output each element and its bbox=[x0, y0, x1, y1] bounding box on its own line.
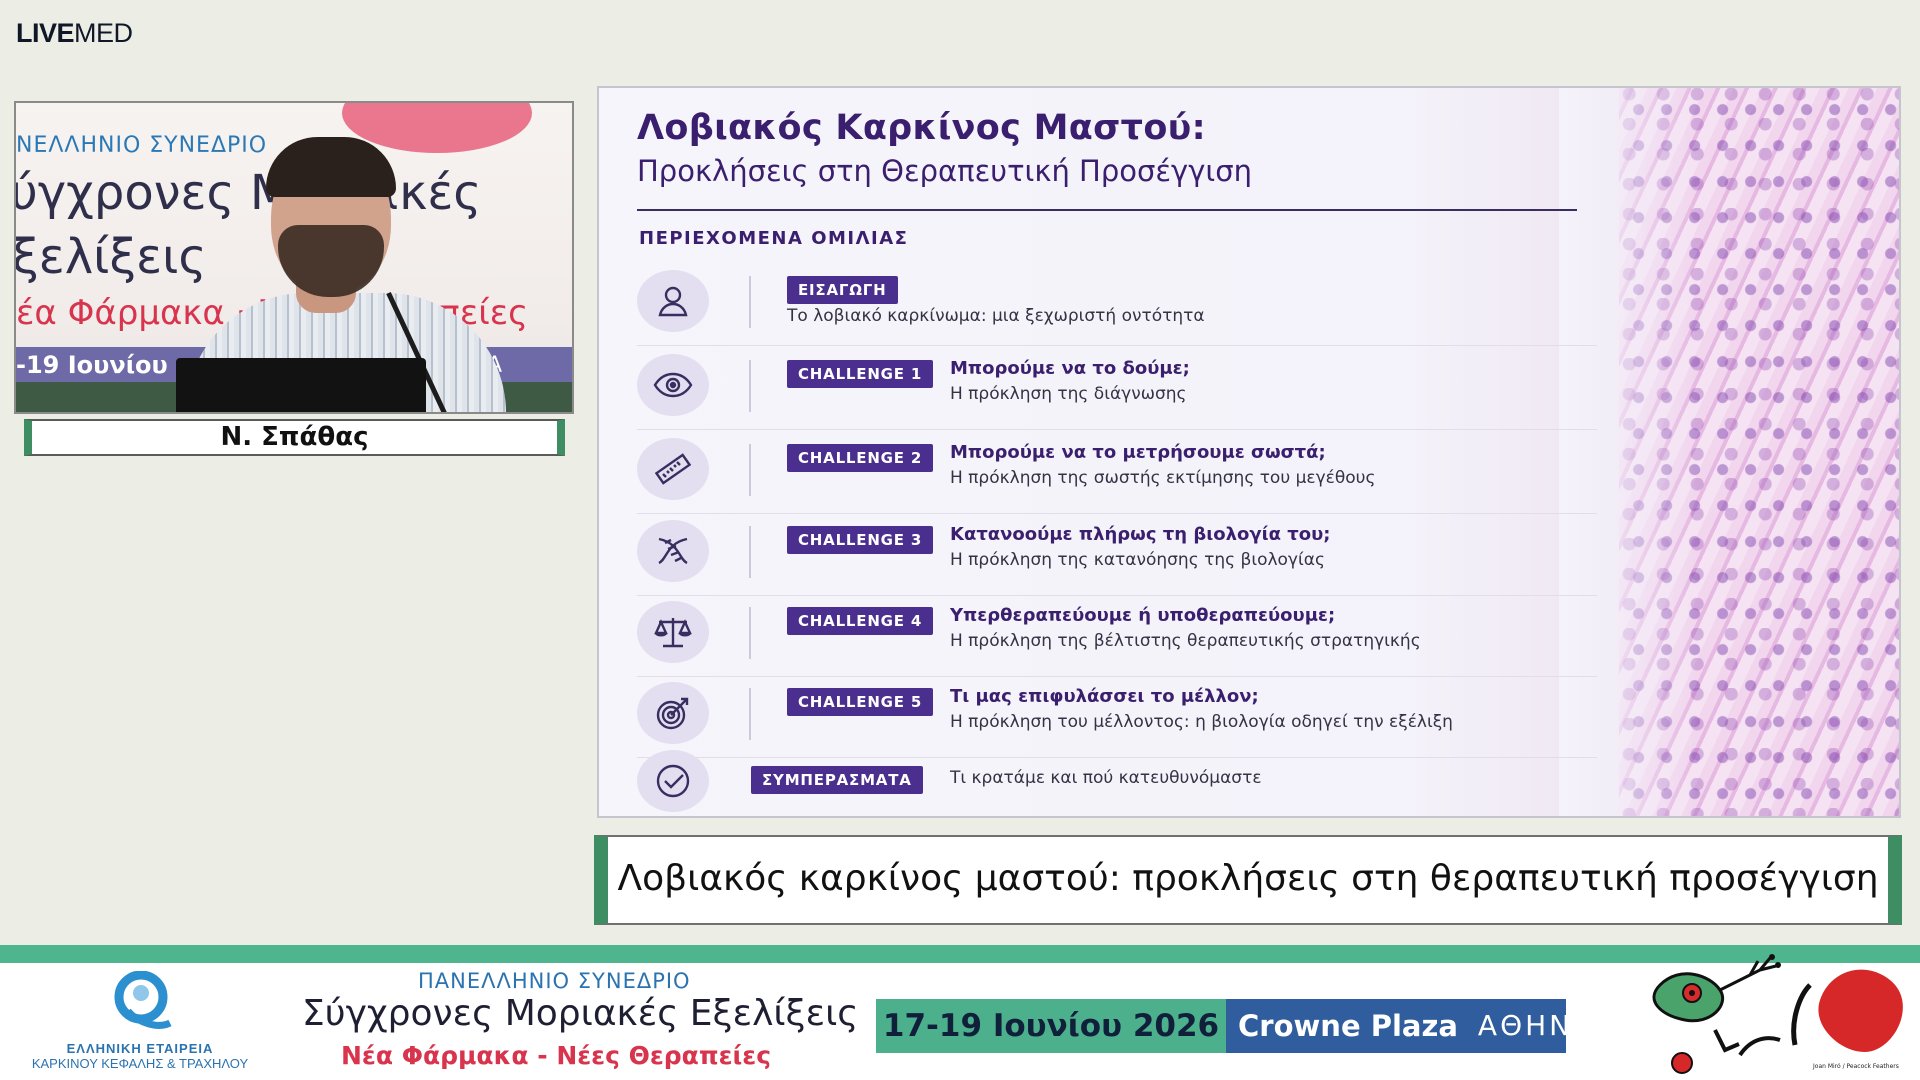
toc-item-challenge-1: CHALLENGE 1 Μπορούμε να το δούμε; Η πρόκ… bbox=[637, 350, 1597, 430]
row-divider bbox=[637, 429, 1597, 430]
section-detail: Η πρόκληση της κατανόησης της βιολογίας bbox=[950, 550, 1325, 570]
section-detail: Η πρόκληση της σωστής εκτίμησης του μεγέ… bbox=[950, 468, 1376, 488]
ruler-icon bbox=[637, 438, 709, 500]
toc-divider-line bbox=[749, 607, 751, 659]
toc-item-challenge-4: CHALLENGE 4 Υπερθεραπεύουμε ή υποθεραπεύ… bbox=[637, 597, 1597, 677]
brand-med: MED bbox=[74, 18, 133, 48]
society-name: ΕΛΛΗΝΙΚΗ ΕΤΑΙΡΕΙΑ ΚΑΡΚΙΝΟΥ ΚΕΦΑΛΗΣ & ΤΡΑ… bbox=[14, 1041, 266, 1071]
conference-venue: Crowne Plaza ΑΘΗΝΑ bbox=[1226, 999, 1592, 1053]
backdrop-strip-text: -19 Ιουνίου bbox=[16, 351, 168, 379]
row-divider bbox=[637, 513, 1597, 514]
scales-icon bbox=[637, 601, 709, 663]
society-name-line2: ΚΑΡΚΙΝΟΥ ΚΕΦΑΛΗΣ & ΤΡΑΧΗΛΟΥ bbox=[31, 1056, 249, 1071]
slide-subtitle: Προκλήσεις στη Θεραπευτική Προσέγγιση bbox=[637, 154, 1252, 188]
toc-item-intro: ΕΙΣΑΓΩΓΗ Το λοβιακό καρκίνωμα: μια ξεχωρ… bbox=[637, 266, 1597, 346]
speaker-name-plate: Ν. Σπάθας bbox=[24, 419, 565, 456]
conference-overline: ΠΑΝΕΛΛΗΝΙΟ ΣΥΝΕΔΡΙΟ bbox=[418, 969, 691, 993]
livemed-logo: LIVEMED bbox=[16, 18, 133, 49]
row-divider bbox=[637, 345, 1597, 346]
venue-city: ΑΘΗΝΑ bbox=[1477, 1009, 1596, 1042]
toc-divider-line bbox=[749, 276, 751, 328]
society-name-line1: ΕΛΛΗΝΙΚΗ ΕΤΑΙΡΕΙΑ bbox=[66, 1041, 214, 1056]
section-headline: Μπορούμε να το δούμε; bbox=[950, 358, 1190, 379]
toc-divider-line bbox=[749, 444, 751, 496]
dna-icon bbox=[637, 520, 709, 582]
toc-divider-line bbox=[749, 360, 751, 412]
footer-banner: ΕΛΛΗΝΙΚΗ ΕΤΑΙΡΕΙΑ ΚΑΡΚΙΝΟΥ ΚΕΦΑΛΗΣ & ΤΡΑ… bbox=[0, 954, 1920, 1080]
toc-divider-line bbox=[749, 526, 751, 578]
conference-title: Σύγχρονες Μοριακές Εξελίξεις bbox=[302, 993, 859, 1034]
brand-live: LIVE bbox=[16, 18, 75, 48]
section-badge: CHALLENGE 3 bbox=[787, 526, 934, 554]
check-circle-icon bbox=[637, 750, 709, 812]
venue-name: Crowne Plaza bbox=[1238, 1009, 1458, 1043]
speaker-video: ΝΕΛΛΗΝΙΟ ΣΥΝΕΔΡΙΟ ύγχρονες Μοριακές ξελί… bbox=[14, 101, 574, 414]
title-divider bbox=[637, 209, 1577, 211]
section-badge: ΣΥΜΠΕΡΑΣΜΑΤΑ bbox=[751, 766, 923, 794]
section-headline: Κατανοούμε πλήρως τη βιολογία του; bbox=[950, 524, 1331, 545]
section-headline: Υπερθεραπεύουμε ή υποθεραπεύουμε; bbox=[950, 605, 1336, 626]
society-logo-icon bbox=[114, 971, 172, 1029]
artwork-credit: Joan Miró / Peacock Feathers bbox=[1813, 1063, 1899, 1070]
eye-icon bbox=[637, 354, 709, 416]
slide-title: Λοβιακός Καρκίνος Μαστού: bbox=[637, 108, 1206, 148]
backdrop-text-1: ΝΕΛΛΗΝΙΟ ΣΥΝΕΔΡΙΟ bbox=[16, 133, 268, 158]
section-detail: Τι κρατάμε και πού κατευθυνόμαστε bbox=[950, 768, 1262, 788]
section-detail: Η πρόκληση της βέλτιστης θεραπευτικής στ… bbox=[950, 631, 1421, 651]
backdrop-text-2: ύγχρονες Μοριακές bbox=[14, 165, 482, 221]
target-icon bbox=[637, 682, 709, 744]
row-divider bbox=[637, 595, 1597, 596]
toc-divider-line bbox=[749, 688, 751, 740]
toc-item-challenge-3: CHALLENGE 3 Κατανοούμε πλήρως τη βιολογί… bbox=[637, 516, 1597, 596]
toc-item-challenge-2: CHALLENGE 2 Μπορούμε να το μετρήσουμε σω… bbox=[637, 434, 1597, 514]
row-divider bbox=[637, 676, 1597, 677]
section-badge: CHALLENGE 5 bbox=[787, 688, 934, 716]
toc-item-conclusions: ΣΥΜΠΕΡΑΣΜΑΤΑ Τι κρατάμε και πού κατευθυν… bbox=[637, 746, 1597, 816]
presentation-slide: Λοβιακός Καρκίνος Μαστού: Προκλήσεις στη… bbox=[597, 86, 1901, 818]
person-icon bbox=[637, 270, 709, 332]
section-badge: CHALLENGE 1 bbox=[787, 360, 934, 388]
section-detail: Το λοβιακό καρκίνωμα: μια ξεχωριστή οντό… bbox=[787, 306, 1205, 326]
conference-dates: 17-19 Ιουνίου 2026 bbox=[876, 999, 1226, 1053]
lower-third-caption: Λοβιακός καρκίνος μαστού: προκλήσεις στη… bbox=[594, 835, 1902, 925]
section-detail: Η πρόκληση της διάγνωσης bbox=[950, 384, 1187, 404]
section-badge: CHALLENGE 4 bbox=[787, 607, 934, 635]
conference-tagline: Νέα Φάρμακα - Νέες Θεραπείες bbox=[341, 1041, 772, 1070]
laptop bbox=[176, 358, 426, 412]
section-badge: CHALLENGE 2 bbox=[787, 444, 934, 472]
section-badge: ΕΙΣΑΓΩΓΗ bbox=[787, 276, 898, 304]
footer-accent-band bbox=[0, 945, 1920, 963]
section-headline: Τι μας επιφυλάσσει το μέλλον; bbox=[950, 686, 1259, 707]
section-headline: Μπορούμε να το μετρήσουμε σωστά; bbox=[950, 442, 1326, 463]
miro-artwork-icon bbox=[1652, 954, 1903, 1074]
section-detail: Η πρόκληση του μέλλοντος: η βιολογία οδη… bbox=[950, 712, 1453, 732]
toc-heading: ΠΕΡΙΕΧΟΜΕΝΑ ΟΜΙΛΙΑΣ bbox=[639, 228, 909, 249]
backdrop-text-3: ξελίξεις bbox=[14, 229, 207, 285]
